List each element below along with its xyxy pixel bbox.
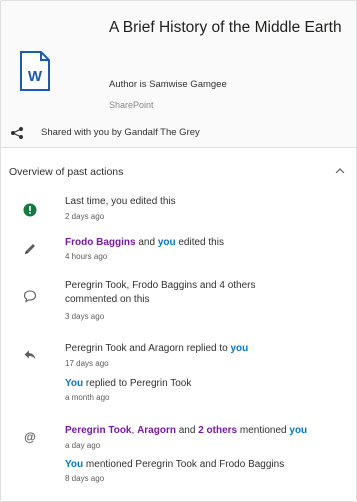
share-row: Shared with you by Gandalf The Grey [1, 122, 356, 144]
activity-text: Peregrin Took, Aragorn and 2 others ment… [65, 425, 308, 436]
svg-text:@: @ [24, 430, 36, 444]
activity-item: Frodo Baggins and you edited this 4 hour… [1, 236, 356, 266]
user-link-frodo-baggins[interactable]: Frodo Baggins [65, 237, 136, 248]
share-icon [11, 127, 23, 139]
file-title[interactable]: A Brief History of the Middle Earth [109, 15, 349, 41]
activity-time: 2 days ago [65, 212, 105, 221]
overview-header[interactable]: Overview of past actions [1, 161, 356, 181]
alert-circle-icon [23, 203, 37, 217]
comment-icon [23, 290, 37, 303]
user-link-you[interactable]: You [65, 378, 83, 389]
user-link-you[interactable]: You [65, 459, 83, 470]
divider [1, 147, 356, 148]
activity-time: a day ago [65, 441, 101, 450]
activity-time: 17 days ago [65, 359, 109, 368]
user-link-aragorn[interactable]: Aragorn [137, 425, 176, 436]
activity-item: Peregrin Took, Frodo Baggins and 4 other… [1, 279, 356, 329]
activity-text: Frodo Baggins and you edited this [65, 237, 224, 248]
share-text: Shared with you by Gandalf The Grey [41, 127, 200, 138]
user-link-you[interactable]: you [289, 425, 307, 436]
activity-time: 3 days ago [65, 312, 105, 321]
activity-item: @ Peregrin Took, Aragorn and 2 others me… [1, 424, 356, 494]
reply-icon [24, 350, 36, 360]
at-mention-icon: @ [24, 430, 36, 444]
activity-text: Last time, you edited this [65, 196, 176, 207]
user-link-you[interactable]: you [230, 343, 248, 354]
file-header: W A Brief History of the Middle Earth Au… [1, 1, 356, 147]
svg-text:W: W [28, 68, 43, 85]
activity-text-cont: commented on this [65, 294, 150, 305]
user-link-you[interactable]: you [158, 237, 176, 248]
activity-subtext: You replied to Peregrin Took [65, 378, 192, 389]
file-author: Author is Samwise Gamgee [109, 79, 227, 90]
activity-time: 4 hours ago [65, 252, 108, 261]
overview-title: Overview of past actions [9, 166, 124, 178]
activity-text: Peregrin Took, Frodo Baggins and 4 other… [65, 280, 256, 291]
user-link-peregrin-took[interactable]: Peregrin Took [65, 425, 132, 436]
word-document-icon[interactable]: W [19, 51, 51, 91]
user-link-others[interactable]: 2 others [198, 425, 237, 436]
chevron-up-icon[interactable] [334, 166, 346, 176]
file-site: SharePoint [109, 100, 154, 110]
pencil-icon [25, 244, 35, 254]
activity-item: Last time, you edited this 2 days ago [1, 195, 356, 225]
file-card: W A Brief History of the Middle Earth Au… [0, 0, 357, 502]
activity-subtext: You mentioned Peregrin Took and Frodo Ba… [65, 459, 285, 470]
activity-text: Peregrin Took and Aragorn replied to you [65, 343, 249, 354]
activity-subtime: a month ago [65, 393, 110, 402]
activity-subtime: 8 days ago [65, 474, 105, 483]
activity-item: Peregrin Took and Aragorn replied to you… [1, 342, 356, 412]
